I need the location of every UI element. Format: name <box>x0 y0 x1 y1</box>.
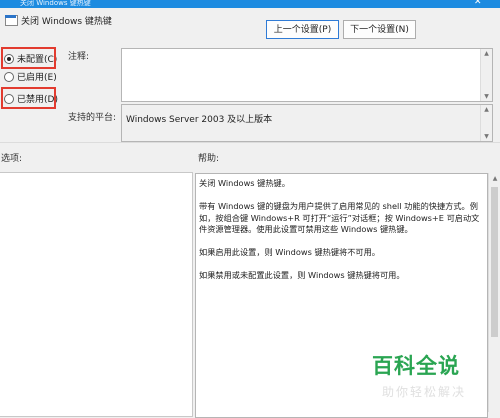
window-title: 关闭 Windows 键热键 <box>20 0 91 7</box>
radio-label: 已启用(E) <box>17 73 57 83</box>
platform-value: Windows Server 2003 及以上版本 <box>126 115 273 125</box>
help-label: 帮助: <box>198 154 220 164</box>
scroll-up-icon[interactable]: ▲ <box>481 106 492 113</box>
radio-enabled[interactable]: 已启用(E) <box>4 70 57 84</box>
help-paragraph: 关闭 Windows 键热键。 <box>199 178 290 188</box>
scroll-up-icon[interactable]: ▲ <box>489 175 500 182</box>
scroll-down-icon[interactable]: ▼ <box>481 93 492 100</box>
close-icon[interactable]: ✕ <box>474 0 482 7</box>
help-paragraph: 如果禁用或未配置此设置，则 Windows 键热键将可用。 <box>199 270 405 280</box>
options-label: 选项: <box>1 154 23 164</box>
section-divider <box>0 142 500 143</box>
comment-label: 注释: <box>68 52 90 62</box>
help-paragraph: 带有 Windows 键的键盘为用户提供了启用常见的 shell 功能的快捷方式… <box>199 201 480 234</box>
comment-field[interactable]: ▲ ▼ <box>121 48 493 102</box>
watermark-brand: 百科全说 <box>372 354 460 378</box>
next-setting-button[interactable]: 下一个设置(N) <box>343 20 416 39</box>
help-paragraph: 如果启用此设置，则 Windows 键热键将不可用。 <box>199 247 380 257</box>
watermark-logo: 百科全说 助你轻松解决 <box>372 350 490 402</box>
scroll-down-icon[interactable]: ▼ <box>481 133 492 140</box>
comment-scrollbar[interactable]: ▲ ▼ <box>480 49 492 101</box>
scroll-up-icon[interactable]: ▲ <box>481 50 492 57</box>
platform-box: Windows Server 2003 及以上版本 ▲ ▼ <box>121 104 493 142</box>
scroll-thumb[interactable] <box>491 187 498 337</box>
options-panel <box>0 172 193 417</box>
policy-name: 关闭 Windows 键热键 <box>21 17 112 27</box>
radio-button[interactable] <box>4 71 14 82</box>
platform-scrollbar[interactable]: ▲ ▼ <box>480 105 492 141</box>
policy-icon <box>4 13 18 26</box>
highlight-box-not-configured <box>1 47 56 69</box>
watermark-slogan: 助你轻松解决 <box>382 385 467 399</box>
highlight-box-disabled <box>1 87 56 109</box>
window-titlebar: 关闭 Windows 键热键 ✕ <box>0 0 500 8</box>
platform-label: 支持的平台: <box>68 113 117 123</box>
previous-setting-button[interactable]: 上一个设置(P) <box>266 20 339 39</box>
